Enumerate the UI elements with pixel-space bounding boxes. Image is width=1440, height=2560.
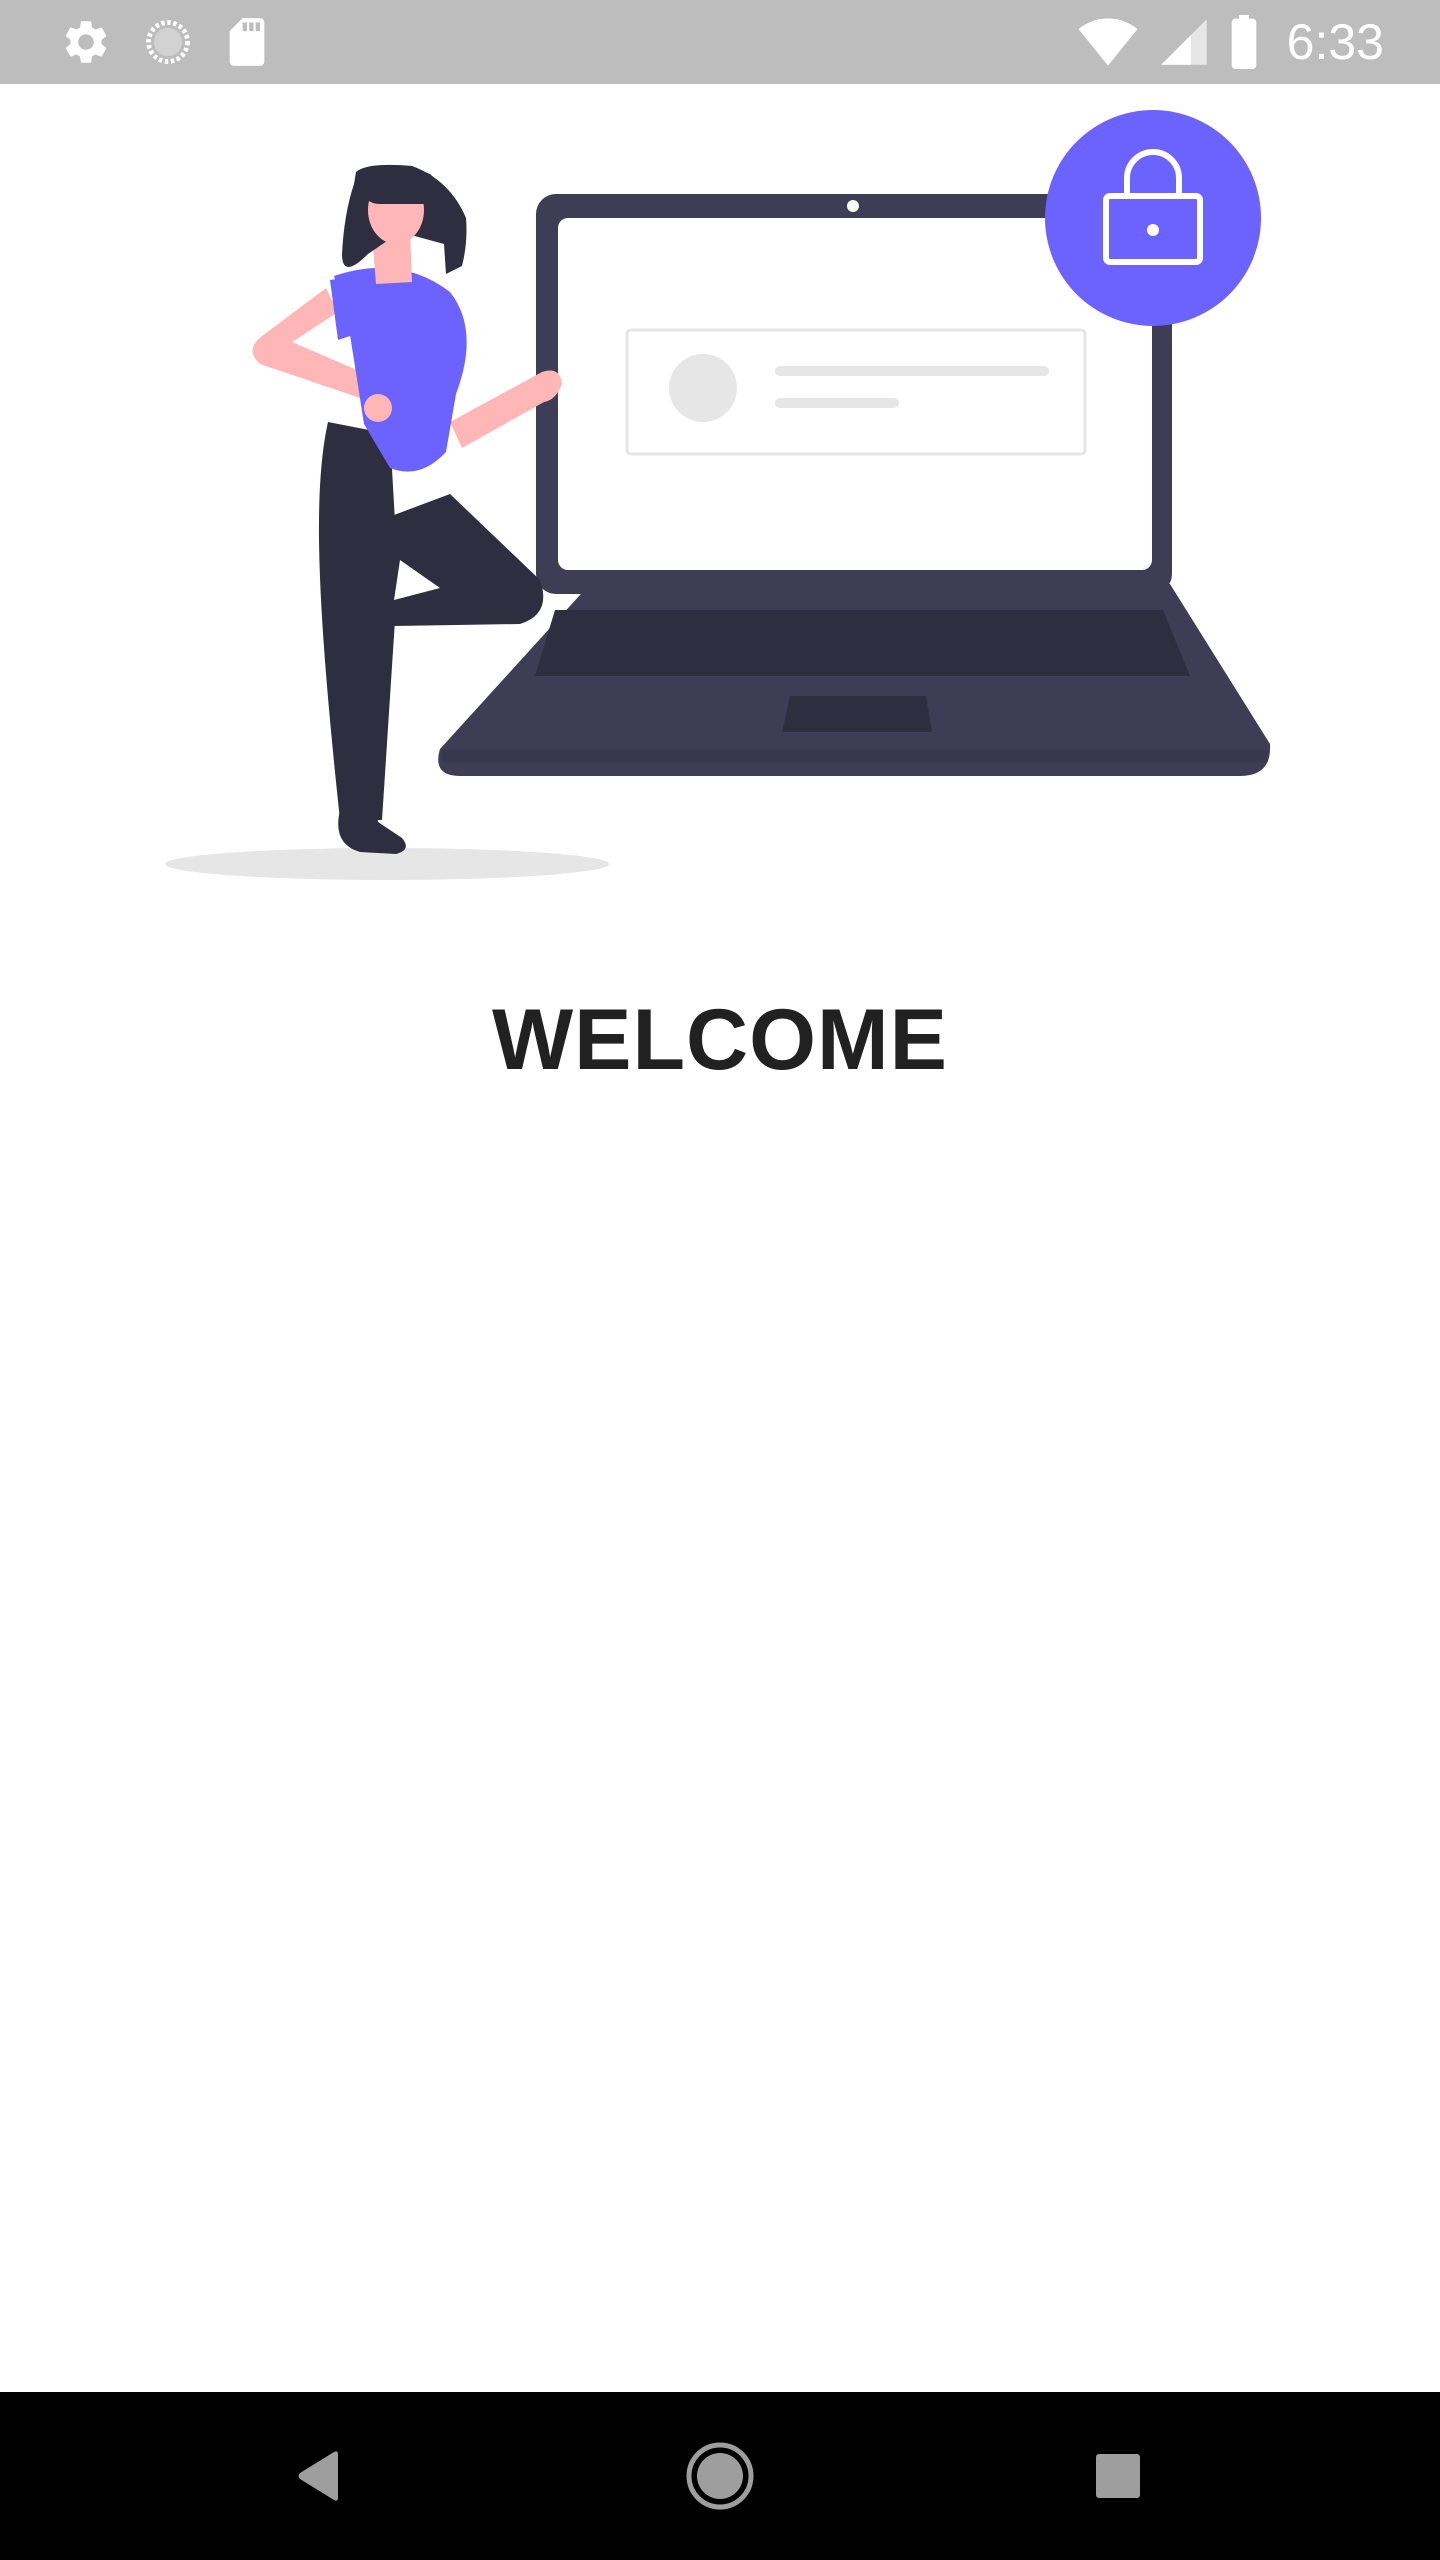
cellular-signal-icon — [1159, 16, 1209, 68]
hero-illustration — [150, 104, 1290, 894]
woman-shoe-back — [338, 804, 406, 854]
back-triangle-icon — [298, 2451, 338, 2501]
status-bar: 6:33 — [0, 0, 1440, 84]
settings-gear-icon — [60, 16, 112, 68]
back-button[interactable] — [270, 2426, 370, 2526]
status-bar-left — [60, 0, 270, 84]
lock-badge — [1045, 110, 1261, 326]
recents-square-icon — [1096, 2454, 1140, 2498]
laptop-keyboard — [535, 610, 1190, 676]
screen-text-line-2 — [775, 398, 899, 408]
navigation-bar — [0, 2392, 1440, 2560]
app-screen: 6:33 WELCOME — [0, 0, 1440, 2560]
woman-hand — [364, 394, 392, 422]
wifi-icon — [1077, 16, 1139, 68]
woman-leg-back — [318, 422, 398, 820]
status-time: 6:33 — [1286, 14, 1384, 70]
home-circle-icon — [686, 2442, 754, 2510]
status-bar-right: 6:33 — [1077, 0, 1384, 84]
sd-card-icon — [224, 16, 270, 68]
woman-with-laptop-illustration — [165, 110, 1271, 880]
battery-icon — [1229, 15, 1259, 69]
screen-avatar-placeholder — [669, 354, 737, 422]
woman-leg-bent — [370, 494, 544, 626]
laptop-base-edge — [442, 750, 1268, 762]
sync-circle-icon — [142, 16, 194, 68]
home-button[interactable] — [670, 2426, 770, 2526]
screen-text-line-1 — [775, 366, 1049, 376]
laptop-trackpad — [782, 696, 932, 732]
laptop-camera — [847, 200, 859, 212]
recents-button[interactable] — [1068, 2426, 1168, 2526]
welcome-title: WELCOME — [491, 992, 949, 1088]
